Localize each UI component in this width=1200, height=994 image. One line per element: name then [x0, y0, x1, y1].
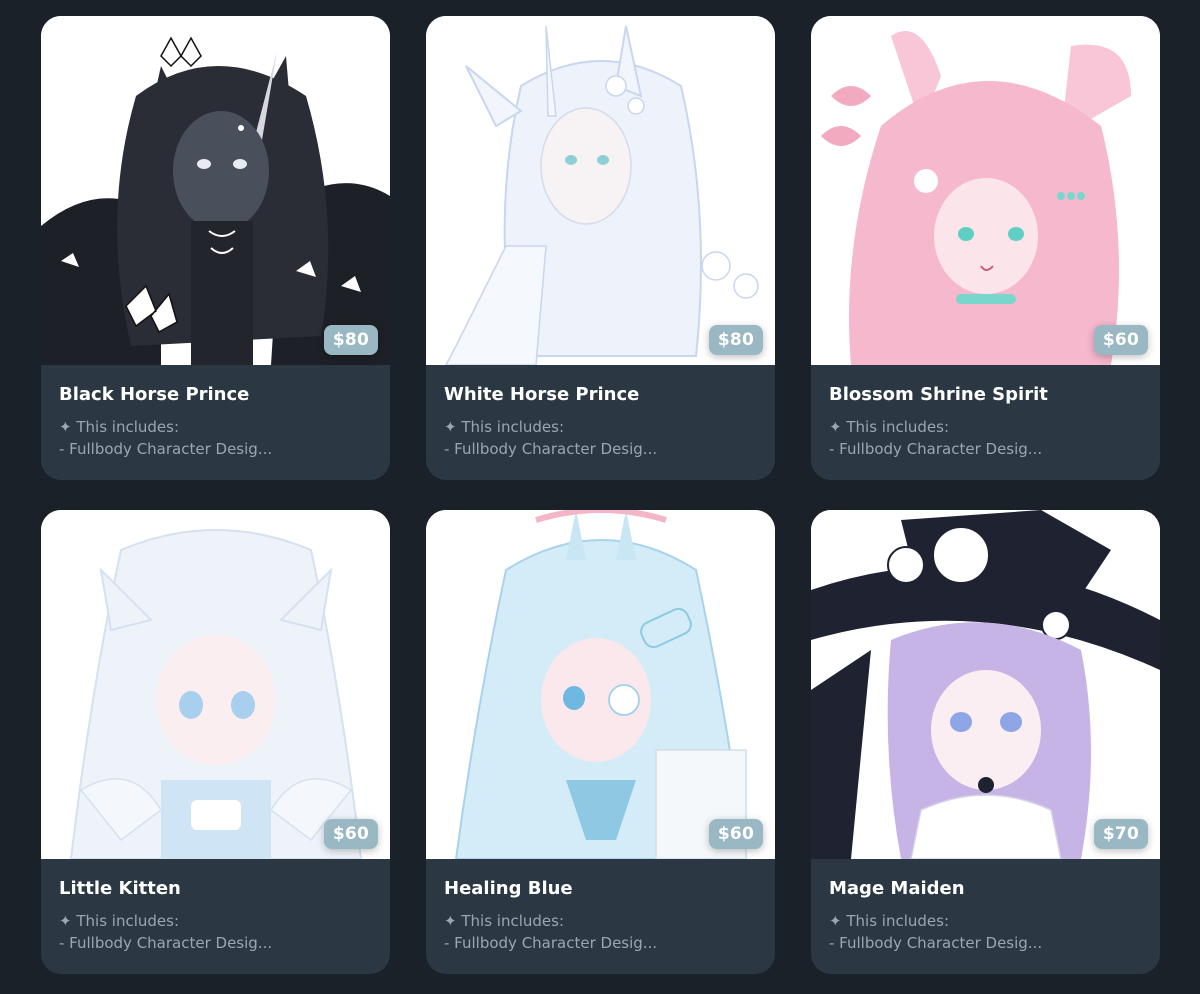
listing-includes-line: - Fullbody Character Desig...	[829, 934, 1043, 952]
includes-label: This includes:	[76, 912, 179, 930]
listing-card[interactable]: $80 White Horse Prince ✦ This includes: …	[426, 16, 775, 480]
sparkle-icon: ✦	[829, 418, 842, 436]
listing-includes: ✦ This includes:	[444, 910, 757, 932]
character-artwork	[41, 510, 390, 859]
listing-includes: ✦ This includes:	[829, 910, 1142, 932]
includes-label: This includes:	[846, 418, 949, 436]
listing-title[interactable]: White Horse Prince	[444, 383, 757, 407]
character-artwork	[426, 510, 775, 859]
includes-label: This includes:	[461, 912, 564, 930]
price-badge: $80	[708, 325, 763, 355]
character-artwork	[426, 16, 775, 365]
price-badge: $60	[1093, 325, 1148, 355]
listing-thumbnail[interactable]: $60	[426, 510, 775, 859]
sparkle-icon: ✦	[444, 912, 457, 930]
character-artwork	[41, 16, 390, 365]
listing-title[interactable]: Little Kitten	[59, 877, 372, 901]
listing-includes-line: - Fullbody Character Desig...	[59, 440, 273, 458]
listing-title[interactable]: Black Horse Prince	[59, 383, 372, 407]
listings-grid: $80 Black Horse Prince ✦ This includes: …	[0, 0, 1200, 994]
character-artwork	[811, 16, 1160, 365]
listing-title[interactable]: Mage Maiden	[829, 877, 1142, 901]
listing-card[interactable]: $60 Blossom Shrine Spirit ✦ This include…	[811, 16, 1160, 480]
listing-includes-line: - Fullbody Character Desig...	[59, 934, 273, 952]
sparkle-icon: ✦	[59, 418, 72, 436]
listing-thumbnail[interactable]: $60	[41, 510, 390, 859]
price-badge: $60	[708, 819, 763, 849]
listing-card[interactable]: $70 Mage Maiden ✦ This includes: - Fullb…	[811, 510, 1160, 974]
listing-includes: ✦ This includes:	[829, 416, 1142, 438]
sparkle-icon: ✦	[829, 912, 842, 930]
listing-includes: ✦ This includes:	[59, 910, 372, 932]
includes-label: This includes:	[76, 418, 179, 436]
listing-thumbnail[interactable]: $80	[41, 16, 390, 365]
listing-card[interactable]: $80 Black Horse Prince ✦ This includes: …	[41, 16, 390, 480]
sparkle-icon: ✦	[59, 912, 72, 930]
listing-title[interactable]: Blossom Shrine Spirit	[829, 383, 1142, 407]
listing-thumbnail[interactable]: $80	[426, 16, 775, 365]
listing-title[interactable]: Healing Blue	[444, 877, 757, 901]
listing-thumbnail[interactable]: $70	[811, 510, 1160, 859]
listing-includes-line: - Fullbody Character Desig...	[444, 440, 658, 458]
listing-card[interactable]: $60 Healing Blue ✦ This includes: - Full…	[426, 510, 775, 974]
character-artwork	[811, 510, 1160, 859]
price-badge: $70	[1093, 819, 1148, 849]
listing-card[interactable]: $60 Little Kitten ✦ This includes: - Ful…	[41, 510, 390, 974]
includes-label: This includes:	[461, 418, 564, 436]
price-badge: $60	[323, 819, 378, 849]
listing-includes: ✦ This includes:	[59, 416, 372, 438]
listing-includes-line: - Fullbody Character Desig...	[829, 440, 1043, 458]
listing-includes-line: - Fullbody Character Desig...	[444, 934, 658, 952]
price-badge: $80	[323, 325, 378, 355]
sparkle-icon: ✦	[444, 418, 457, 436]
includes-label: This includes:	[846, 912, 949, 930]
listing-includes: ✦ This includes:	[444, 416, 757, 438]
listing-thumbnail[interactable]: $60	[811, 16, 1160, 365]
